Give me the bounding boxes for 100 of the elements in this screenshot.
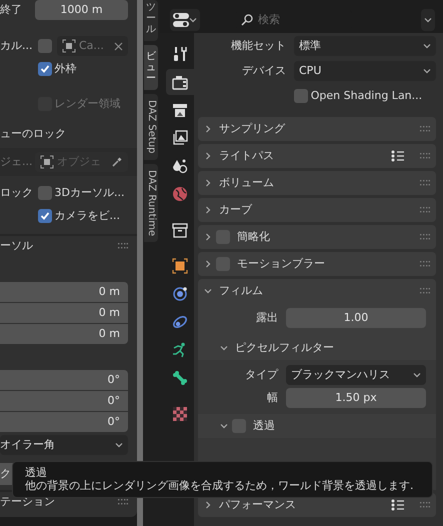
chevron-icon [413, 371, 421, 379]
sidebar-tab[interactable]: DAZ Runtime [144, 164, 158, 242]
number-field[interactable]: 1.50 px [286, 388, 426, 408]
eyedropper-icon [111, 156, 123, 168]
panel-title: 簡略化 [236, 230, 271, 244]
checkbox[interactable] [38, 62, 52, 76]
panel-header[interactable]: 簡略化 [198, 225, 436, 249]
chevron-icon [115, 441, 123, 449]
panel-title: ボリューム [218, 176, 275, 190]
subpanel-header[interactable]: ピクセルフィルター [198, 336, 436, 360]
checkbox-label: 3Dカーソル... [54, 186, 124, 200]
chevron-icon [204, 206, 212, 214]
sidebar-tab[interactable]: DAZ Setup [144, 94, 158, 160]
number-field[interactable]: 0° [0, 370, 128, 390]
panel-header[interactable]: カーブ [198, 198, 436, 222]
box-icon[interactable] [172, 222, 188, 238]
number-field[interactable]: 0 m [0, 324, 128, 344]
panel-header[interactable]: ボリューム [198, 171, 436, 195]
field-label: タイプ [244, 368, 280, 382]
camera-icon[interactable] [172, 74, 188, 90]
panel-header[interactable]: サンプリング [198, 117, 436, 141]
square-icon[interactable] [172, 258, 188, 274]
chevron-icon [220, 344, 228, 352]
dropdown[interactable]: オイラー角 [0, 435, 128, 455]
scene-icon[interactable] [172, 158, 188, 174]
sidebar-tab[interactable]: ビュー [144, 45, 158, 90]
running-figure-icon[interactable] [172, 342, 188, 358]
dropdown[interactable]: CPU [294, 61, 436, 81]
field-label: カル... [0, 39, 34, 53]
subpanel-title: 透過 [252, 419, 275, 433]
panel-title: ライトパス [218, 149, 275, 163]
close-icon [114, 42, 123, 50]
panel-title: ーソル [0, 239, 34, 253]
printer-icon[interactable] [172, 102, 188, 118]
options-button[interactable] [421, 8, 435, 30]
chevron-icon [423, 42, 431, 50]
grip-icon [420, 502, 430, 508]
link-icon[interactable] [172, 314, 188, 330]
panel-header[interactable]: フィルム [198, 279, 436, 303]
orbit-icon[interactable] [172, 286, 188, 302]
field-label: 露出 [255, 311, 279, 325]
checker-icon[interactable] [172, 406, 188, 422]
checkbox[interactable] [38, 186, 52, 200]
panel-header[interactable]: パフォーマンス [198, 493, 436, 517]
chevron-icon [204, 260, 212, 268]
chevron-icon [220, 422, 228, 430]
section-title: ューのロック [0, 127, 66, 141]
grip-icon [420, 261, 430, 267]
tooltip-title: 透過 [25, 466, 47, 480]
chevron-icon [204, 179, 212, 187]
checkbox[interactable] [38, 209, 52, 223]
square-icon [40, 155, 54, 169]
panel-title: テーション [0, 495, 56, 509]
number-field[interactable]: 0° [0, 391, 128, 411]
subpanel-title: ピクセルフィルター [234, 341, 334, 355]
chevron-icon [204, 501, 212, 509]
checkbox-label: 外枠 [54, 62, 76, 76]
chevron-icon [204, 152, 212, 160]
field-value: Ca... [79, 39, 105, 53]
field-label: ロック [0, 186, 34, 200]
field-label: 幅 [266, 391, 279, 405]
dropdown[interactable]: ブラックマンハリス [286, 365, 426, 385]
panel-header[interactable]: モーションブラー [198, 252, 436, 276]
grip-icon [420, 234, 430, 240]
checkbox[interactable] [294, 89, 308, 103]
grip-icon [118, 243, 128, 249]
field-label: 機能セット [230, 39, 287, 53]
chevron-icon [204, 287, 212, 295]
field-label: デバイス [241, 64, 287, 78]
checkbox[interactable] [38, 39, 52, 53]
toggle-icon [173, 12, 189, 26]
sidebar-tab[interactable]: ツール [144, 0, 158, 41]
chevron-icon [424, 16, 432, 24]
globe-icon[interactable] [172, 186, 188, 202]
search-icon [241, 14, 253, 26]
editor-type-button[interactable] [170, 8, 200, 30]
panel-title: サンプリング [218, 122, 286, 136]
panel-title: モーションブラー [236, 257, 326, 271]
chevron-icon [423, 67, 431, 75]
square-icon [62, 39, 76, 53]
grip-icon [420, 153, 430, 159]
subpanel-header[interactable]: 透過 [198, 414, 436, 438]
images-icon[interactable] [172, 130, 188, 146]
tool-icon[interactable] [172, 46, 188, 62]
checkbox-label: Open Shading Lan... [310, 89, 422, 103]
field-label: 終了 [0, 3, 23, 17]
chevron-icon [204, 233, 212, 241]
chevron-icon [204, 125, 212, 133]
panel-header[interactable]: ライトパス [198, 144, 436, 168]
number-field[interactable]: 0 m [0, 303, 128, 323]
dropdown[interactable]: 標準 [294, 36, 436, 56]
number-field[interactable]: 1000 m [35, 0, 128, 20]
number-field[interactable]: 0° [0, 412, 128, 432]
tooltip-text: 他の背景の上にレンダリング画像を合成するため，ワールド背景を透過します. [25, 479, 414, 492]
bone-icon[interactable] [172, 370, 188, 386]
checkbox-label: レンダー領域 [54, 97, 120, 111]
grip-icon [420, 288, 430, 294]
number-field[interactable]: 0 m [0, 282, 128, 302]
grip-icon [118, 499, 128, 505]
number-field[interactable]: 1.00 [286, 308, 426, 328]
